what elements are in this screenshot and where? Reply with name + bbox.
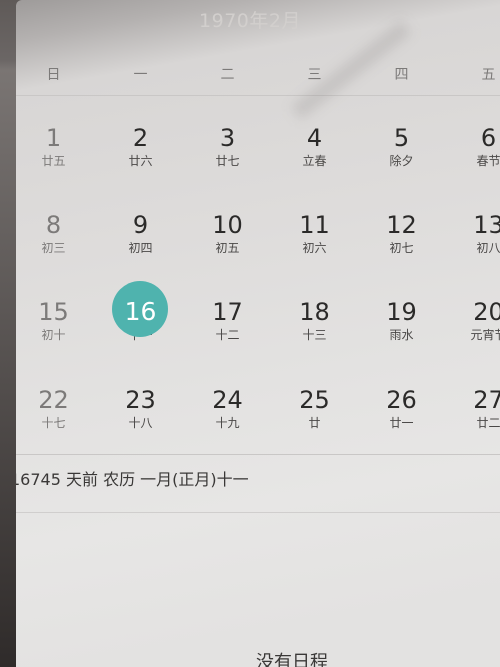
day-cell[interactable]: 26 廿一 (358, 386, 445, 431)
day-cell[interactable]: 23 十八 (97, 386, 184, 431)
day-number: 13 (473, 211, 500, 239)
selected-date-info: 16745 天前 农历 一月(正月)十一 (16, 470, 249, 489)
lunar-date: 元宵节 (470, 328, 500, 342)
lunar-date: 十八 (128, 416, 153, 430)
day-number: 24 (212, 386, 243, 414)
lunar-date: 十七 (41, 416, 66, 430)
day-number: 4 (306, 124, 323, 152)
lunar-date: 春节 (476, 154, 500, 168)
day-number: 15 (38, 298, 69, 326)
lunar-date: 初三 (41, 241, 66, 255)
day-cell[interactable]: 12 初七 (358, 211, 445, 256)
day-cell[interactable]: 13 初八 (445, 211, 500, 256)
month-title[interactable]: 1970年2月 (16, 6, 500, 33)
weekday-header: 日 一 二 三 四 五 (16, 64, 500, 94)
day-number: 25 (299, 386, 330, 414)
day-number: 3 (219, 124, 236, 152)
lunar-date: 十九 (215, 416, 240, 430)
day-cell[interactable]: 10 初五 (184, 211, 271, 256)
lunar-date: 廿七 (215, 154, 240, 168)
lunar-date: 廿五 (41, 154, 66, 168)
day-number: 11 (299, 211, 330, 239)
day-number: 18 (299, 298, 330, 326)
day-number: 5 (393, 124, 410, 152)
empty-schedule-text: 没有日程 (256, 652, 328, 667)
day-number: 6 (480, 124, 497, 152)
day-cell[interactable]: 5 除夕 (358, 124, 445, 169)
day-cell[interactable]: 2 廿六 (97, 124, 184, 169)
weekday-divider (16, 95, 500, 96)
weekday-tue: 二 (220, 67, 235, 83)
day-cell[interactable]: 27 廿二 (445, 386, 500, 431)
day-number: 16 (124, 297, 157, 326)
calendar-screen: 1970年2月 日 一 二 三 四 五 1 廿五 2 廿六 3 廿七 4 立春 … (16, 0, 500, 667)
day-cell[interactable]: 3 廿七 (184, 124, 271, 169)
day-number: 17 (212, 298, 243, 326)
schedule-divider (16, 512, 500, 513)
lunar-date: 廿一 (389, 416, 414, 430)
lunar-date: 初六 (302, 241, 327, 255)
day-cell[interactable]: 9 初四 (97, 211, 184, 256)
day-number: 20 (473, 298, 500, 326)
weekday-mon: 一 (133, 67, 148, 83)
day-number: 26 (386, 386, 417, 414)
day-cell-selected[interactable]: 16 十一 (97, 281, 184, 343)
weekday-sun: 日 (46, 67, 61, 83)
lunar-date: 雨水 (389, 328, 414, 342)
day-number: 10 (212, 211, 243, 239)
day-number: 27 (473, 386, 500, 414)
weekday-thu: 四 (394, 67, 409, 83)
lunar-date: 廿 (308, 416, 321, 430)
day-number: 9 (132, 211, 149, 239)
day-cell[interactable]: 24 十九 (184, 386, 271, 431)
lunar-date: 十三 (302, 328, 327, 342)
day-number: 12 (386, 211, 417, 239)
day-cell[interactable]: 22 十七 (16, 386, 97, 431)
day-cell[interactable]: 19 雨水 (358, 298, 445, 343)
day-cell[interactable]: 4 立春 (271, 124, 358, 169)
lunar-date: 初十 (41, 328, 66, 342)
day-number: 19 (386, 298, 417, 326)
day-cell[interactable]: 15 初十 (16, 298, 97, 343)
day-cell[interactable]: 17 十二 (184, 298, 271, 343)
day-cell[interactable]: 11 初六 (271, 211, 358, 256)
lunar-date: 初四 (128, 241, 153, 255)
lunar-date: 初八 (476, 241, 500, 255)
lunar-date: 立春 (302, 154, 327, 168)
day-number: 22 (38, 386, 69, 414)
day-cell[interactable]: 1 廿五 (16, 124, 97, 169)
day-cell[interactable]: 18 十三 (271, 298, 358, 343)
lunar-date: 廿六 (128, 154, 153, 168)
lunar-date: 廿二 (476, 416, 500, 430)
info-divider (16, 454, 500, 455)
day-cell[interactable]: 20 元宵节 (445, 298, 500, 343)
day-number: 23 (125, 386, 156, 414)
lunar-date: 初五 (215, 241, 240, 255)
day-cell[interactable]: 8 初三 (16, 211, 97, 256)
day-number: 1 (45, 124, 62, 152)
weekday-fri: 五 (481, 67, 496, 83)
lunar-date: 除夕 (389, 154, 414, 168)
day-cell[interactable]: 25 廿 (271, 386, 358, 431)
day-number: 2 (132, 124, 149, 152)
lunar-date: 十二 (215, 328, 240, 342)
lunar-date: 初七 (389, 241, 414, 255)
day-number: 8 (45, 211, 62, 239)
day-cell[interactable]: 6 春节 (445, 124, 500, 169)
